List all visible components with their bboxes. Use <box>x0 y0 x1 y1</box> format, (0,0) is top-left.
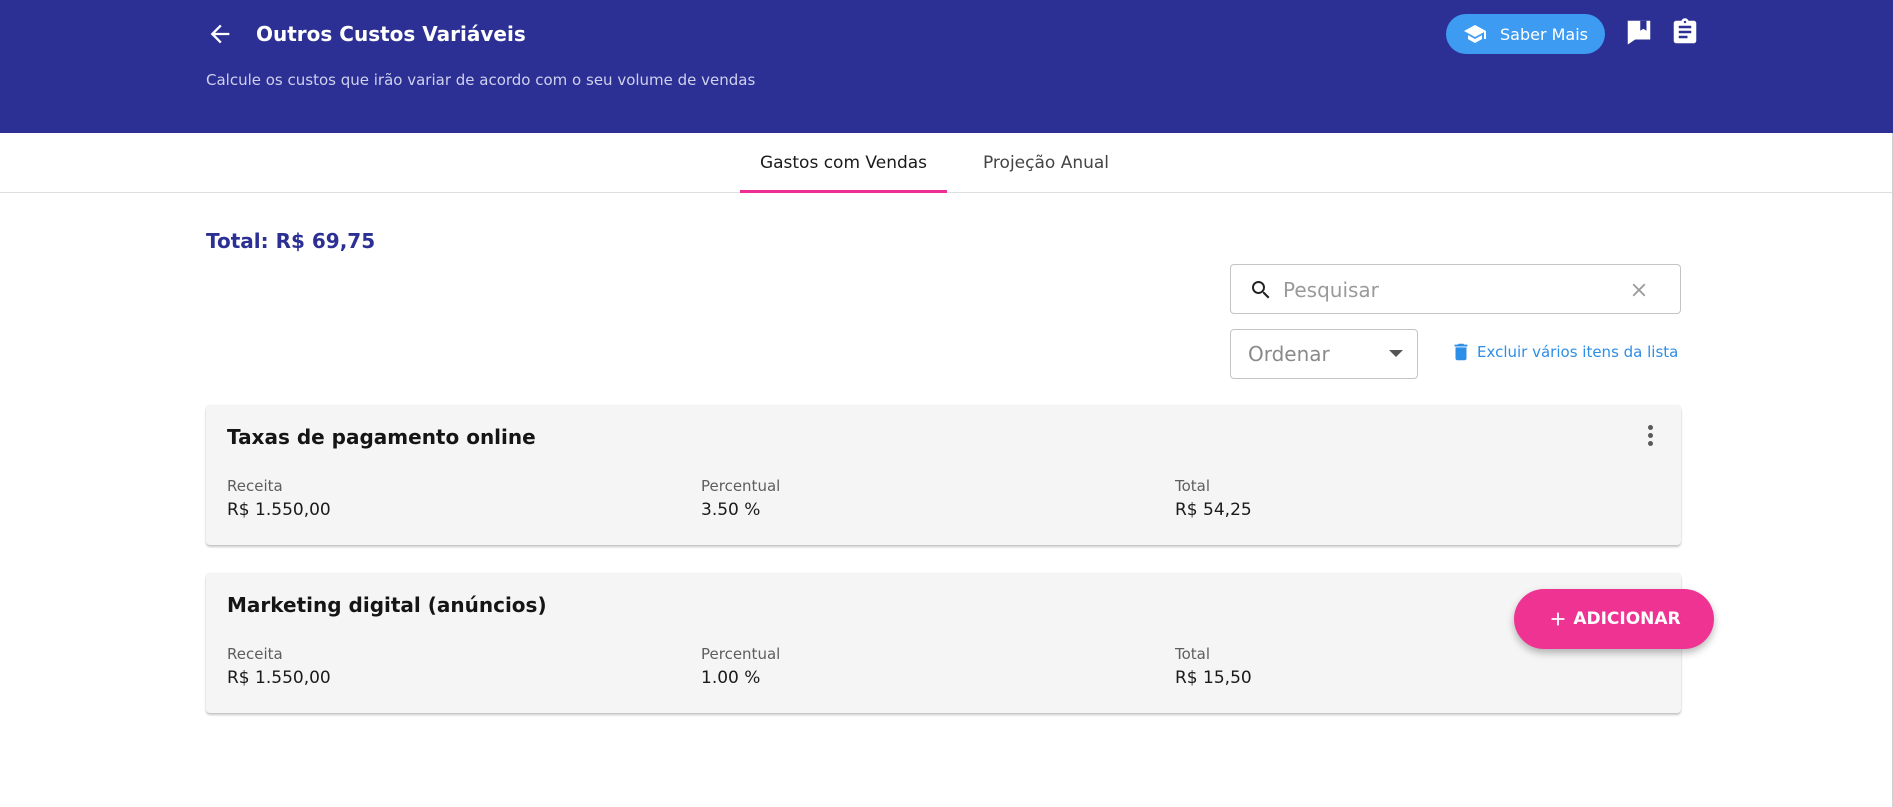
percentual-value: 1.00 % <box>701 668 761 688</box>
cost-item-card[interactable]: Marketing digital (anúncios) Receita R$ … <box>206 573 1681 713</box>
active-tab-indicator <box>740 190 947 193</box>
app-header: Outros Custos Variáveis Calcule os custo… <box>0 0 1893 133</box>
total-field: Total R$ 15,50 <box>1175 644 1252 690</box>
page-subtitle: Calcule os custos que irão variar de aco… <box>206 71 756 89</box>
receita-value: R$ 1.550,00 <box>227 500 331 520</box>
total-label: Total <box>1175 477 1211 495</box>
search-icon <box>1252 281 1270 299</box>
percentual-label: Percentual <box>701 477 781 495</box>
close-icon[interactable] <box>1628 279 1650 301</box>
order-select[interactable]: Ordenar <box>1230 329 1418 379</box>
tab-projecao-anual[interactable]: Projeção Anual <box>968 133 1124 193</box>
arrow-left-icon <box>210 24 230 44</box>
clipboard-button[interactable] <box>1670 17 1700 47</box>
bulk-delete-link[interactable]: Excluir vários itens da lista <box>1450 338 1678 366</box>
receita-value: R$ 1.550,00 <box>227 668 331 688</box>
add-button-label: ADICIONAR <box>1573 609 1681 629</box>
page-title: Outros Custos Variáveis <box>256 22 526 46</box>
add-button[interactable]: ADICIONAR <box>1514 589 1714 649</box>
bulk-delete-label: Excluir vários itens da lista <box>1477 343 1679 361</box>
receita-field: Receita R$ 1.550,00 <box>227 644 331 690</box>
learn-more-label: Saber Mais <box>1500 24 1589 44</box>
learn-more-button[interactable]: Saber Mais <box>1446 14 1605 54</box>
search-field <box>1230 264 1681 314</box>
percentual-value: 3.50 % <box>701 500 761 520</box>
total-value: R$ 15,50 <box>1175 668 1252 688</box>
trash-icon <box>1454 343 1468 361</box>
receita-label: Receita <box>227 477 283 495</box>
cost-item-title: Marketing digital (anúncios) <box>227 593 547 617</box>
receita-field: Receita R$ 1.550,00 <box>227 476 331 522</box>
cost-item-title: Taxas de pagamento online <box>227 425 536 449</box>
search-input[interactable] <box>1283 273 1613 307</box>
receita-label: Receita <box>227 645 283 663</box>
more-options-icon[interactable] <box>1646 425 1654 451</box>
total-value: R$ 54,25 <box>1175 500 1252 520</box>
percentual-label: Percentual <box>701 645 781 663</box>
tab-bar: Gastos com Vendas Projeção Anual <box>0 133 1893 193</box>
clipboard-icon <box>1673 18 1697 44</box>
graduation-cap-icon <box>1464 25 1486 43</box>
percentual-field: Percentual 3.50 % <box>701 476 780 522</box>
plus-icon <box>1551 612 1565 626</box>
total-label: Total <box>1175 645 1211 663</box>
percentual-field: Percentual 1.00 % <box>701 644 780 690</box>
back-button[interactable] <box>206 20 234 48</box>
order-select-label: Ordenar <box>1248 342 1330 366</box>
bookmark-book-button[interactable] <box>1624 17 1654 47</box>
total-field: Total R$ 54,25 <box>1175 476 1252 522</box>
cost-item-card[interactable]: Taxas de pagamento online Receita R$ 1.5… <box>206 405 1681 545</box>
total-summary: Total: R$ 69,75 <box>206 229 376 253</box>
tab-gastos-com-vendas[interactable]: Gastos com Vendas <box>740 133 947 193</box>
chevron-down-icon <box>1389 350 1403 357</box>
bookmark-book-icon <box>1627 20 1651 45</box>
